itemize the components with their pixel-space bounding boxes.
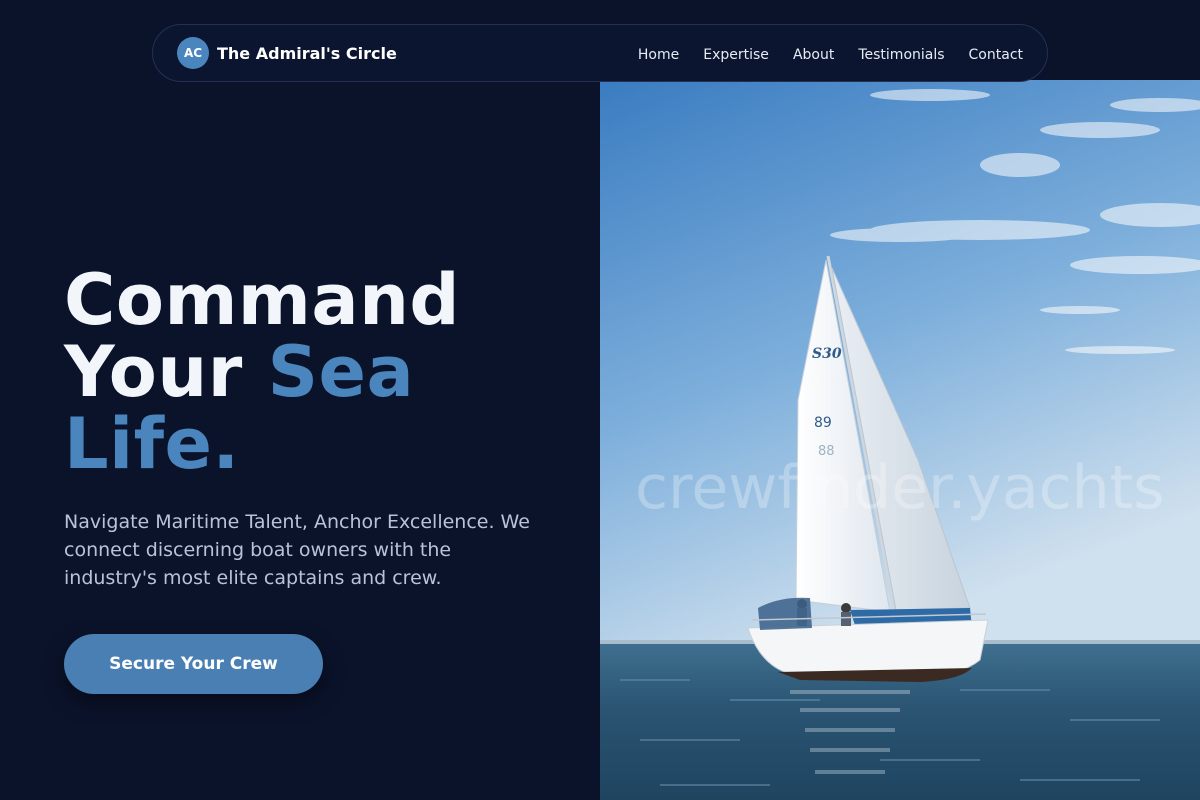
- headline-line-1: Command: [64, 259, 461, 341]
- headline-accent-sea: Sea: [267, 331, 415, 413]
- hero-headline: Command Your Sea Life.: [64, 264, 584, 480]
- nav-link-expertise[interactable]: Expertise: [703, 47, 769, 63]
- headline-line-2-plain: Your: [64, 331, 268, 413]
- nav-link-contact[interactable]: Contact: [969, 47, 1023, 63]
- watermark-text: crewfinder.yachts: [635, 453, 1164, 523]
- sail-logo-text: S30: [812, 346, 842, 362]
- hero-section: Command Your Sea Life. Navigate Maritime…: [64, 264, 584, 694]
- brand-name[interactable]: The Admiral's Circle: [217, 44, 397, 63]
- brand-initials: AC: [183, 46, 203, 60]
- brand[interactable]: AC The Admiral's Circle: [177, 37, 397, 69]
- navbar: AC The Admiral's Circle Home Expertise A…: [152, 24, 1048, 82]
- nav-link-testimonials[interactable]: Testimonials: [858, 47, 944, 63]
- secure-your-crew-button[interactable]: Secure Your Crew: [64, 634, 323, 694]
- hero-subtext: Navigate Maritime Talent, Anchor Excelle…: [64, 511, 530, 589]
- nav-link-about[interactable]: About: [793, 47, 834, 63]
- sailboat-photo: S30 89 88 crewfinder.yachts: [600, 80, 1200, 800]
- nav-links: Home Expertise About Testimonials Contac…: [638, 44, 1023, 63]
- sail-number-1: 89: [814, 415, 832, 431]
- brand-logo-badge[interactable]: AC: [177, 37, 209, 69]
- nav-link-home[interactable]: Home: [638, 47, 679, 63]
- hero-sailboat-image: S30 89 88 crewfinder.yachts: [600, 80, 1200, 800]
- headline-accent-life: Life.: [64, 403, 240, 485]
